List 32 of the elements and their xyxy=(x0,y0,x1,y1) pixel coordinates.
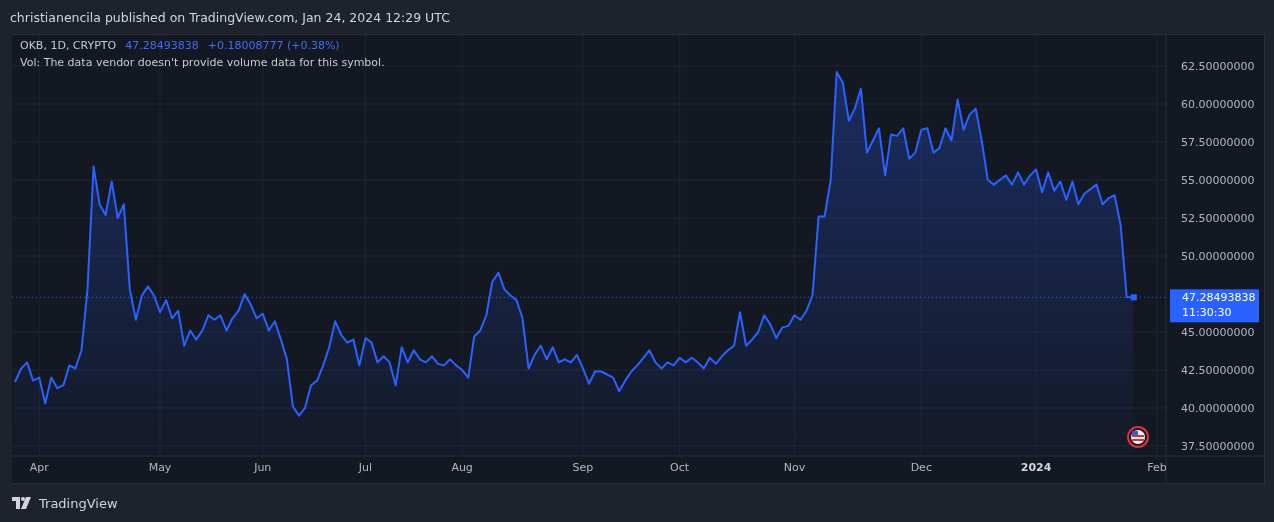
logo-icon xyxy=(12,497,34,509)
symbol-label: OKB, 1D, CRYPTO xyxy=(20,39,117,52)
axis-label: 42.50000000 xyxy=(1181,364,1255,377)
flag-icon[interactable] xyxy=(1127,426,1149,448)
axis-label: May xyxy=(148,461,172,474)
axis-label: 2024 xyxy=(1020,461,1052,474)
axis-label: 62.50000000 xyxy=(1181,60,1255,73)
axis-label: Nov xyxy=(783,461,806,474)
axis-label: Oct xyxy=(670,461,690,474)
axis-label: 50.00000000 xyxy=(1181,250,1255,263)
axis-label: 37.50000000 xyxy=(1181,439,1255,453)
axis-label: 55.00000000 xyxy=(1181,174,1255,187)
volume-note: Vol: The data vendor doesn't provide volume data for this symbol. xyxy=(20,56,385,69)
axis-label: Jun xyxy=(254,461,272,474)
axis-label: 60.00000000 xyxy=(1181,98,1255,111)
price-value: 47.28493838 xyxy=(125,39,199,52)
axis-label: Apr xyxy=(29,461,49,474)
axis-label: 57.50000000 xyxy=(1181,136,1255,149)
price-value: 47.28493838 xyxy=(1182,291,1256,305)
axis-label: Dec xyxy=(910,461,932,474)
axis-label: 40.00000000 xyxy=(1181,401,1255,415)
axis-label: Jul xyxy=(358,461,373,474)
axis-label: Sep xyxy=(572,461,594,474)
countdown-timer: 11:30:30 xyxy=(1182,306,1232,320)
brand-name: TradingView xyxy=(39,495,118,511)
axis-label: Aug xyxy=(451,461,473,474)
axis-label: Feb xyxy=(1147,461,1167,474)
publish-caption: christianencila published on TradingView.com, Jan 24, 2024 12:29 UTC xyxy=(10,9,450,25)
axis-label: 52.50000000 xyxy=(1181,212,1255,225)
price-change: +0.18008777 (+0.38%) xyxy=(207,39,340,52)
last-point-marker xyxy=(1130,294,1137,301)
axis-label: 45.00000000 xyxy=(1181,326,1255,339)
